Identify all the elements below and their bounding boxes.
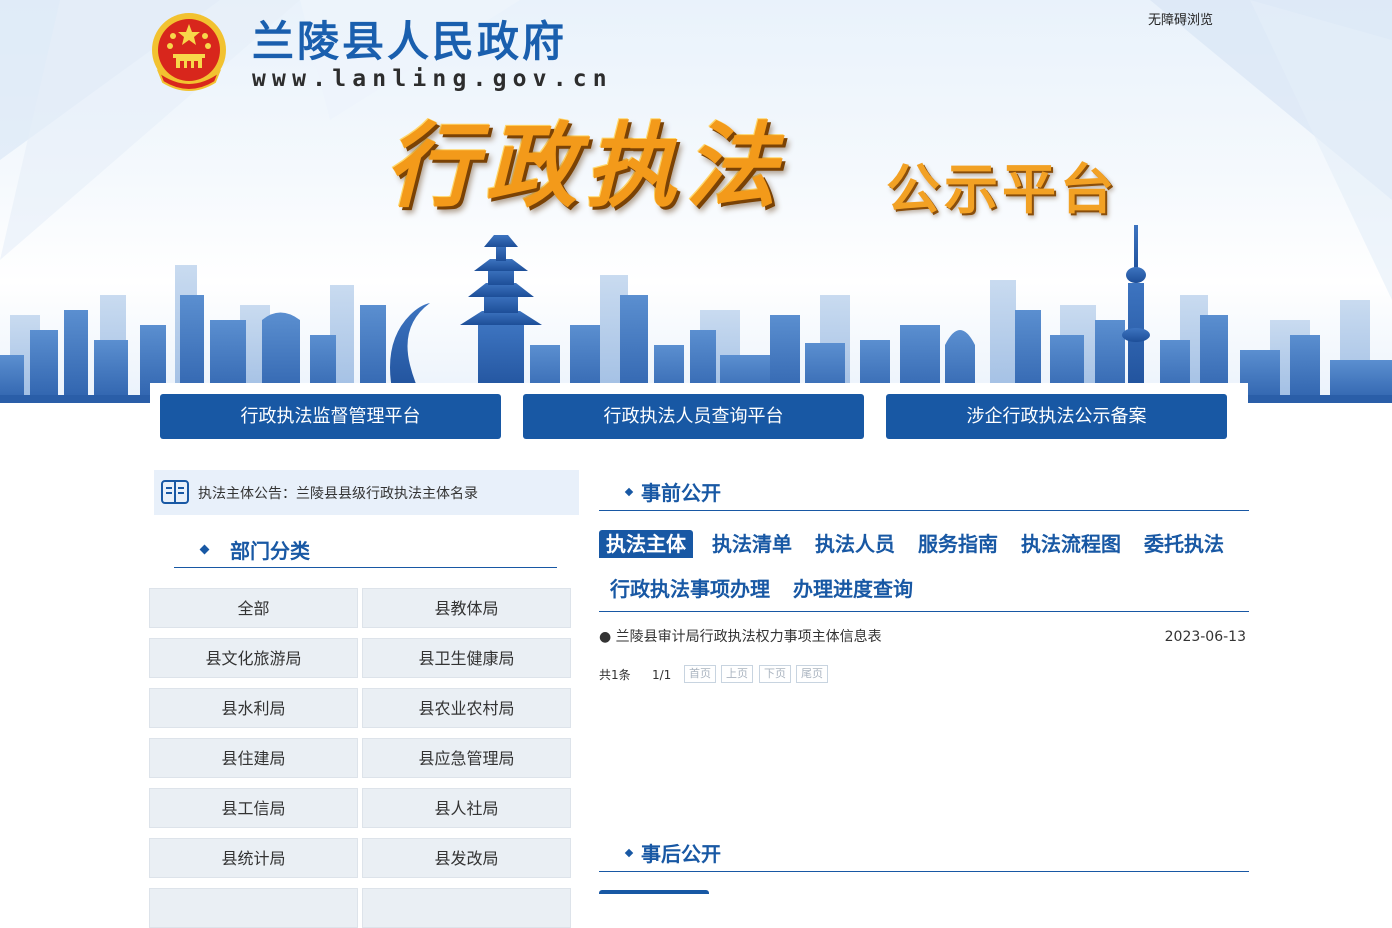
banner-title: 行政执法 bbox=[385, 116, 786, 218]
department-item-all[interactable]: 全部 bbox=[149, 588, 358, 628]
tab-enforcement-personnel[interactable]: 执法人员 bbox=[815, 530, 895, 558]
pager-first-button[interactable]: 首页 bbox=[684, 665, 716, 683]
department-item[interactable]: 县卫生健康局 bbox=[362, 638, 571, 678]
post-disclosure-heading-rule bbox=[599, 871, 1249, 872]
department-item[interactable]: 县文化旅游局 bbox=[149, 638, 358, 678]
diamond-bullet-icon bbox=[624, 487, 634, 497]
pre-disclosure-heading-rule bbox=[599, 510, 1249, 511]
tab-service-guide[interactable]: 服务指南 bbox=[918, 530, 998, 558]
header-banner: 兰陵县人民政府 www.lanling.gov.cn 无障碍浏览 行政执法 公示… bbox=[0, 0, 1392, 403]
pager-page-indicator: 1/1 bbox=[652, 668, 672, 682]
department-item[interactable]: 县统计局 bbox=[149, 838, 358, 878]
tab-enforcement-subject[interactable]: 执法主体 bbox=[599, 530, 693, 558]
nav-button-personnel-query[interactable]: 行政执法人员查询平台 bbox=[523, 394, 864, 439]
national-emblem-icon bbox=[152, 13, 226, 91]
department-item-partial[interactable] bbox=[149, 888, 358, 928]
pager-next-button[interactable]: 下页 bbox=[759, 665, 791, 683]
tab-progress-query[interactable]: 办理进度查询 bbox=[793, 575, 913, 603]
diamond-bullet-icon bbox=[624, 848, 634, 858]
department-item[interactable]: 县教体局 bbox=[362, 588, 571, 628]
department-item[interactable]: 县工信局 bbox=[149, 788, 358, 828]
diamond-bullet-icon bbox=[199, 544, 210, 555]
pager-last-button[interactable]: 尾页 bbox=[796, 665, 828, 683]
list-item-title-text: 兰陵县审计局行政执法权力事项主体信息表 bbox=[615, 629, 882, 645]
department-item[interactable]: 县住建局 bbox=[149, 738, 358, 778]
site-url: www.lanling.gov.cn bbox=[252, 66, 613, 92]
department-item[interactable]: 县人社局 bbox=[362, 788, 571, 828]
department-item-partial[interactable] bbox=[362, 888, 571, 928]
post-disclosure-heading: 事后公开 bbox=[641, 842, 721, 866]
banner-subtitle: 公示平台 bbox=[886, 158, 1118, 221]
department-item[interactable]: 县发改局 bbox=[362, 838, 571, 878]
department-heading: 部门分类 bbox=[230, 539, 310, 563]
list-item: ● 兰陵县审计局行政执法权力事项主体信息表 2023-06-13 bbox=[599, 626, 1249, 648]
nav-button-enterprise-filing[interactable]: 涉企行政执法公示备案 bbox=[886, 394, 1227, 439]
tab-process-flowchart[interactable]: 执法流程图 bbox=[1021, 530, 1121, 558]
list-item-title[interactable]: ● 兰陵县审计局行政执法权力事项主体信息表 bbox=[599, 626, 882, 648]
tabs-rule bbox=[599, 611, 1249, 612]
accessible-browse-link[interactable]: 无障碍浏览 bbox=[1148, 9, 1213, 28]
department-item[interactable]: 县农业农村局 bbox=[362, 688, 571, 728]
department-heading-rule bbox=[174, 567, 557, 568]
department-item[interactable]: 县水利局 bbox=[149, 688, 358, 728]
post-disclosure-tab-partial[interactable] bbox=[599, 890, 709, 894]
city-skyline-illustration bbox=[0, 225, 1392, 403]
notice-text: 执法主体公告：兰陵县县级行政执法主体名录 bbox=[198, 486, 478, 502]
tab-delegated-enforcement[interactable]: 委托执法 bbox=[1144, 530, 1224, 558]
pre-disclosure-heading: 事前公开 bbox=[641, 481, 721, 505]
book-icon bbox=[161, 480, 189, 504]
notice-bar[interactable]: 执法主体公告：兰陵县县级行政执法主体名录 bbox=[154, 470, 579, 515]
list-item-date: 2023-06-13 bbox=[1164, 629, 1246, 645]
tab-enforcement-list[interactable]: 执法清单 bbox=[712, 530, 792, 558]
department-item[interactable]: 县应急管理局 bbox=[362, 738, 571, 778]
site-name: 兰陵县人民政府 bbox=[252, 17, 568, 66]
nav-button-supervision-platform[interactable]: 行政执法监督管理平台 bbox=[160, 394, 501, 439]
tab-matter-handling[interactable]: 行政执法事项办理 bbox=[610, 575, 770, 603]
pager-total: 共1条 bbox=[599, 668, 631, 682]
pager-prev-button[interactable]: 上页 bbox=[721, 665, 753, 683]
